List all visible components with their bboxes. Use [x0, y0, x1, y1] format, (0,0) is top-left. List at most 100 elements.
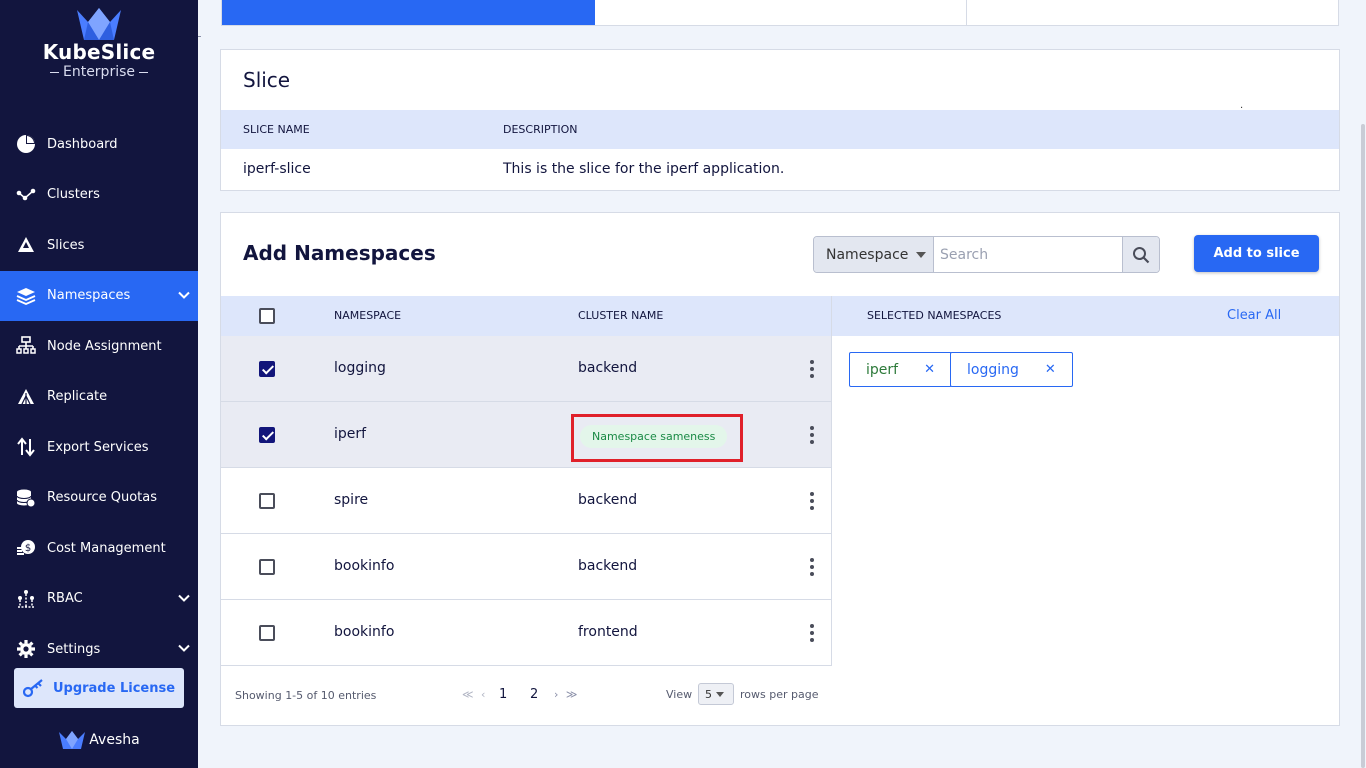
- namespace-sameness-badge: Namespace sameness: [580, 425, 728, 448]
- cluster-card-label: cluster: [615, 0, 652, 3]
- sidebar-item-label: Namespaces: [47, 288, 131, 304]
- slice-description-value: This is the slice for the iperf applicat…: [503, 161, 785, 177]
- sidebar-item-dashboard[interactable]: Dashboard: [0, 119, 198, 170]
- slice-description-header: DESCRIPTION: [503, 123, 578, 136]
- next-last-page-icon[interactable]: › ≫: [554, 688, 579, 701]
- key-icon: [22, 679, 43, 698]
- sidebar-item-rbac[interactable]: RBAC: [0, 574, 198, 625]
- search-icon: [1133, 246, 1150, 263]
- rows-per-page-select[interactable]: 5: [698, 683, 734, 705]
- slices-icon: [16, 235, 36, 255]
- cluster-strip: cluster cluster: [221, 0, 1339, 26]
- database-icon: [16, 488, 36, 508]
- table-row[interactable]: logging backend: [221, 336, 831, 402]
- caret-down-icon: [916, 251, 927, 258]
- more-vert-icon[interactable]: [810, 492, 814, 510]
- sidebar-item-label: Export Services: [47, 439, 149, 455]
- selected-chip: logging ✕: [950, 352, 1073, 387]
- search-filter-select[interactable]: Namespace: [814, 237, 934, 272]
- avesha-logo: [59, 731, 86, 749]
- caret-down-icon: [716, 691, 724, 697]
- table-row[interactable]: bookinfo backend: [221, 534, 831, 600]
- slice-row: iperf-slice This is the slice for the ip…: [221, 149, 1339, 190]
- select-all-checkbox[interactable]: [259, 308, 275, 324]
- sidebar-item-replicate[interactable]: Replicate: [0, 372, 198, 423]
- chip-label: logging: [967, 361, 1019, 378]
- close-icon[interactable]: ✕: [924, 362, 935, 377]
- sidebar-item-label: Node Assignment: [47, 338, 162, 354]
- search-button[interactable]: [1122, 237, 1159, 272]
- more-vert-icon[interactable]: [810, 558, 814, 576]
- table-row[interactable]: spire backend: [221, 468, 831, 534]
- selected-namespaces-heading: SELECTED NAMESPACES: [867, 309, 1002, 322]
- more-vert-icon[interactable]: [810, 426, 814, 444]
- slice-table-header: SLICE NAME DESCRIPTION: [221, 110, 1339, 149]
- sidebar-item-label: Resource Quotas: [47, 490, 158, 506]
- slice-card: Slice · SLICE NAME DESCRIPTION iperf-sli…: [220, 49, 1340, 191]
- sidebar-item-settings[interactable]: Settings: [0, 624, 198, 675]
- divider: [198, 36, 201, 37]
- rbac-icon: [16, 589, 36, 609]
- row-checkbox[interactable]: [259, 493, 275, 509]
- search-input[interactable]: [934, 237, 1122, 272]
- upgrade-license-button[interactable]: Upgrade License: [14, 668, 184, 708]
- selected-namespaces-header: SELECTED NAMESPACES Clear All: [832, 296, 1339, 336]
- avesha-name: Avesha: [89, 732, 140, 748]
- sidebar-item-label: Clusters: [47, 187, 100, 203]
- chip-label: iperf: [866, 361, 899, 378]
- kubeslice-logo: [77, 8, 121, 40]
- sidebar-item-cost-management[interactable]: $ Cost Management: [0, 523, 198, 574]
- more-vert-icon[interactable]: [810, 360, 814, 378]
- pie-chart-icon: [16, 134, 36, 154]
- clear-all-button[interactable]: Clear All: [1227, 308, 1281, 323]
- cluster-graph-icon: [16, 185, 36, 205]
- cluster-cell: backend: [578, 492, 638, 508]
- avesha-brand: Avesha: [0, 730, 198, 750]
- namespace-table: NAMESPACE CLUSTER NAME logging backend i…: [221, 296, 832, 666]
- namespace-cell: logging: [334, 360, 386, 376]
- first-prev-page-icon[interactable]: ≪ ‹: [462, 688, 487, 701]
- slice-name-value: iperf-slice: [243, 161, 311, 177]
- cluster-card-selected[interactable]: cluster: [222, 0, 595, 25]
- upgrade-license-label: Upgrade License: [52, 680, 176, 696]
- sidebar-item-node-assignment[interactable]: Node Assignment: [0, 321, 198, 372]
- row-checkbox[interactable]: [259, 361, 275, 377]
- chevron-down-icon[interactable]: [178, 288, 190, 303]
- namespace-table-header: NAMESPACE CLUSTER NAME: [221, 296, 831, 336]
- brand[interactable]: KubeSlice Enterprise: [0, 6, 198, 80]
- add-namespaces-title: Add Namespaces: [243, 241, 436, 265]
- page-1-button[interactable]: 1: [499, 687, 507, 702]
- pagination: Showing 1-5 of 10 entries ≪ ‹ 1 2 › ≫ Vi…: [221, 666, 832, 726]
- page-2-button[interactable]: 2: [530, 687, 538, 702]
- page-scrollbar[interactable]: [1361, 124, 1365, 768]
- table-row[interactable]: bookinfo frontend: [221, 600, 831, 666]
- row-checkbox[interactable]: [259, 625, 275, 641]
- sidebar-item-clusters[interactable]: Clusters: [0, 170, 198, 221]
- brand-name: KubeSlice: [42, 40, 156, 64]
- view-label: View: [666, 688, 693, 701]
- cluster-card-label: cluster: [242, 0, 279, 3]
- search-filter-value: Namespace: [826, 246, 909, 263]
- brand-sub-text: Enterprise: [62, 64, 136, 80]
- cluster-cell: backend: [578, 360, 638, 376]
- chevron-down-icon[interactable]: [178, 591, 190, 606]
- row-checkbox[interactable]: [259, 559, 275, 575]
- table-row[interactable]: iperf Namespace sameness: [221, 402, 831, 468]
- add-to-slice-button[interactable]: Add to slice: [1194, 235, 1319, 272]
- sidebar-item-slices[interactable]: Slices: [0, 220, 198, 271]
- close-icon[interactable]: ✕: [1045, 362, 1056, 377]
- sidebar-item-resource-quotas[interactable]: Resource Quotas: [0, 473, 198, 524]
- sidebar-item-label: Slices: [47, 237, 85, 253]
- cluster-card[interactable]: cluster: [595, 0, 967, 25]
- sidebar-item-namespaces[interactable]: Namespaces: [0, 270, 198, 321]
- sidebar-item-label: RBAC: [47, 591, 83, 607]
- more-vert-icon[interactable]: [810, 624, 814, 642]
- sidebar-item-export-services[interactable]: Export Services: [0, 422, 198, 473]
- row-checkbox[interactable]: [259, 427, 275, 443]
- cluster-column-header: CLUSTER NAME: [578, 309, 664, 322]
- cluster-cell: frontend: [578, 624, 638, 640]
- add-namespaces-card: Add Namespaces Namespace Add to slice NA…: [220, 212, 1340, 726]
- sidebar-item-label: Cost Management: [47, 540, 166, 556]
- sidebar-nav: Dashboard Clusters Slices Namespaces Nod…: [0, 119, 198, 675]
- chevron-down-icon[interactable]: [178, 642, 190, 657]
